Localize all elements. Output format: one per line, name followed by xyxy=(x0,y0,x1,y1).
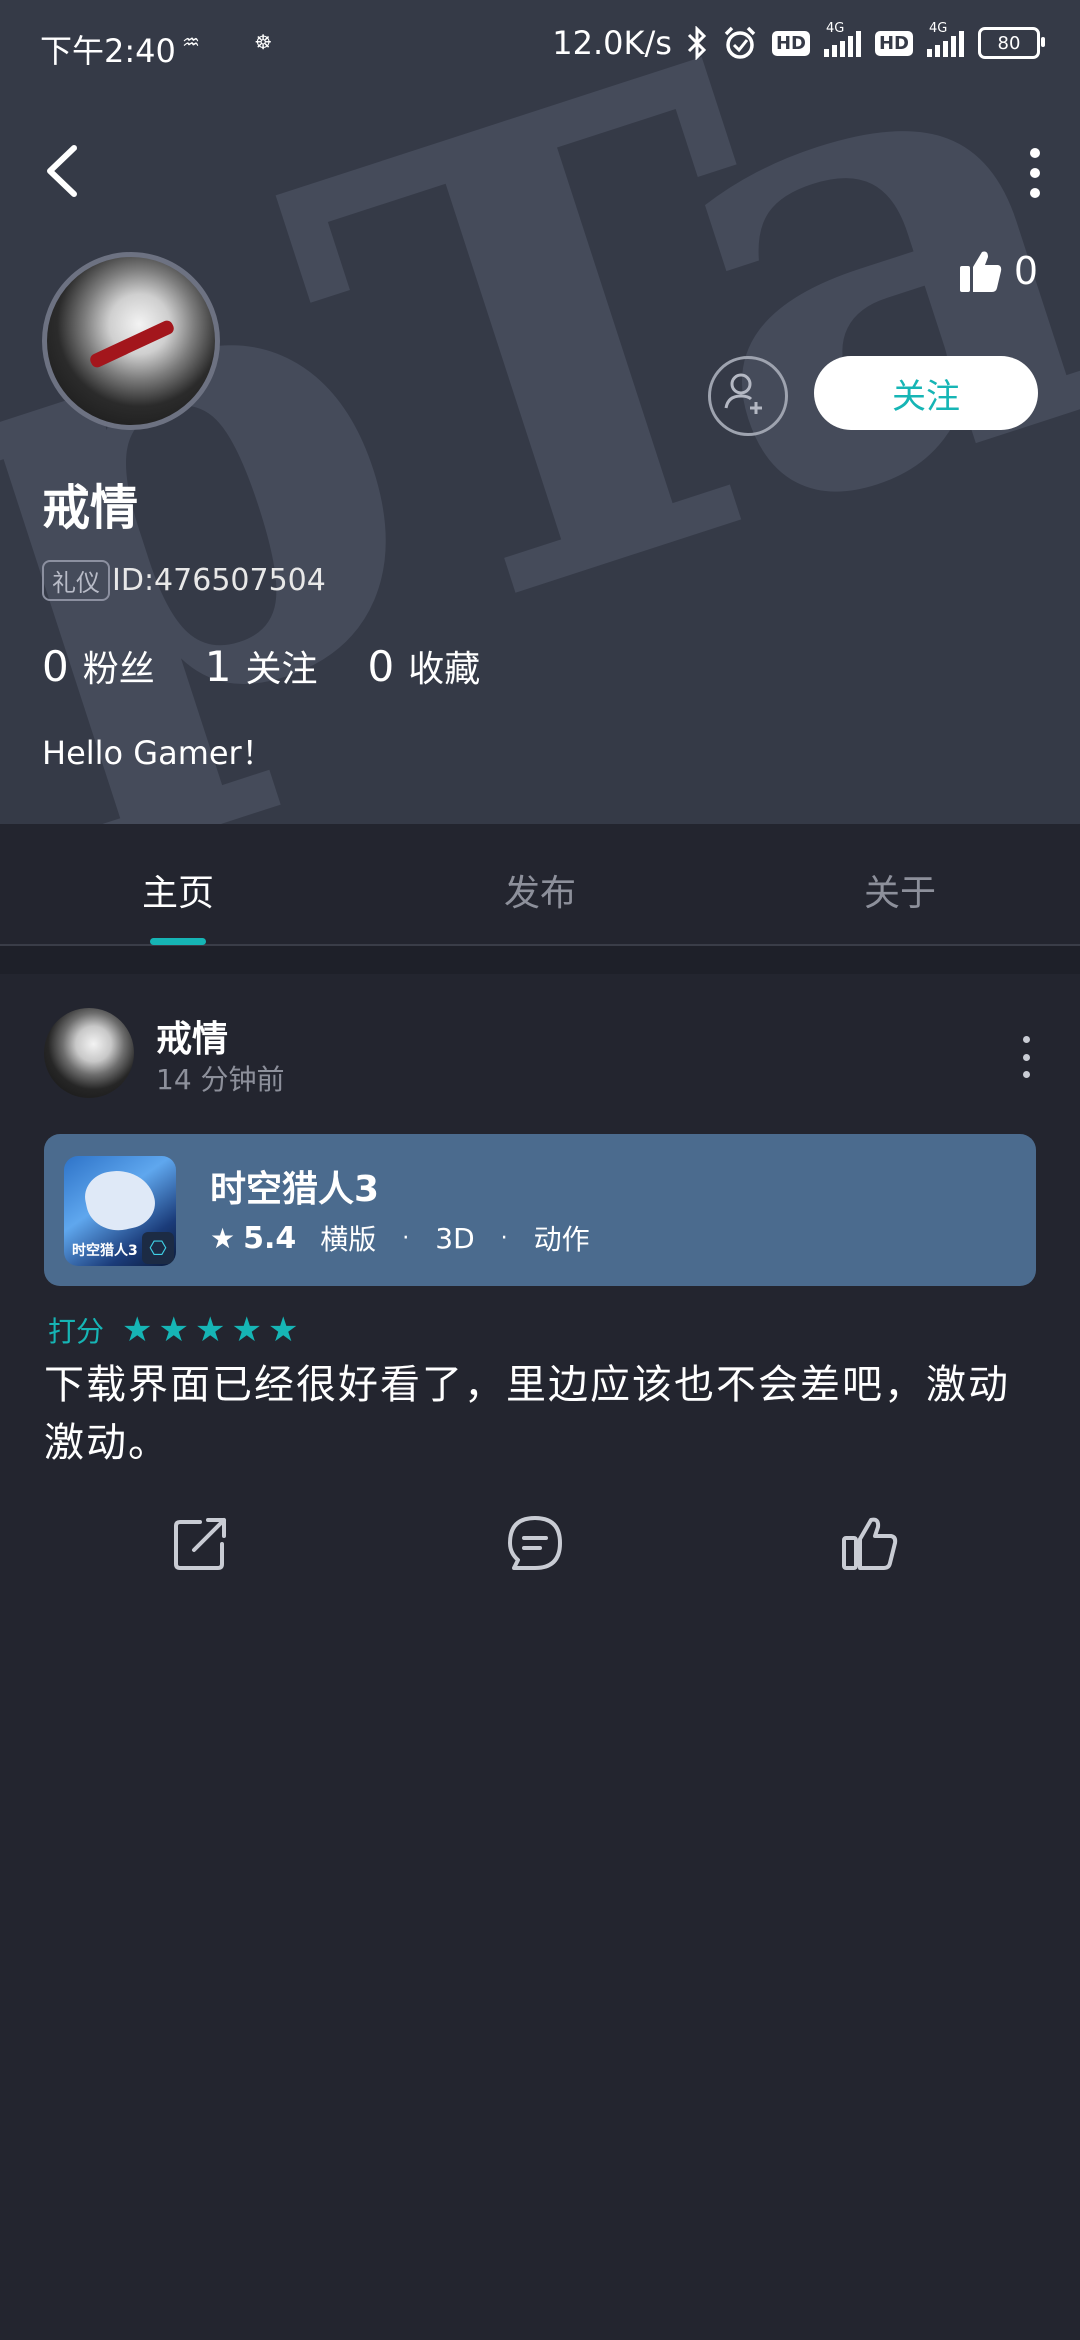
stat-number: 0 xyxy=(42,642,69,691)
share-icon xyxy=(174,1518,226,1570)
game-tag: 横版 xyxy=(320,1223,377,1256)
hd-badge: HD xyxy=(771,30,810,56)
back-button[interactable] xyxy=(38,142,86,200)
comment-button[interactable] xyxy=(504,1512,566,1574)
stat-label: 粉丝 xyxy=(82,649,155,690)
more-options-button[interactable] xyxy=(1020,148,1050,198)
comment-icon xyxy=(508,1516,562,1570)
star-icon: ★ xyxy=(194,1310,226,1350)
game-icon-logo: 时空猎人3 xyxy=(72,1243,138,1259)
stat-number: 1 xyxy=(204,642,232,691)
star-icon: ★ xyxy=(231,1310,262,1350)
back-arrow-icon xyxy=(47,145,77,197)
bilibili-icon: ⎔ xyxy=(142,1232,174,1264)
profile-likes[interactable]: 0 xyxy=(958,248,1038,294)
game-card[interactable]: 时空猎人3 ⎔ 时空猎人3 ★ 5.4 横版 · 3D · 动作 xyxy=(44,1134,1036,1286)
post-timestamp: 14 分钟前 xyxy=(156,1063,285,1096)
game-meta: ★ 5.4 横版 · 3D · 动作 xyxy=(210,1218,590,1258)
stat-fans[interactable]: 0 粉丝 xyxy=(42,640,155,692)
tab-home[interactable]: 主页 xyxy=(78,864,278,916)
game-score: 5.4 xyxy=(243,1220,297,1256)
profile-bio: Hello Gamer！ xyxy=(42,734,274,772)
net-type-label-2: 4G xyxy=(929,21,948,36)
post-author-name[interactable]: 戒情 xyxy=(156,1010,228,1062)
active-tab-indicator xyxy=(150,938,206,945)
tag-separator: · xyxy=(402,1225,410,1251)
follow-button[interactable]: 关注 xyxy=(814,356,1038,430)
profile-avatar[interactable] xyxy=(42,252,220,430)
post-more-button[interactable] xyxy=(1016,1036,1036,1078)
profile-header: pTa 下午2:40 ♒ ☸ 12.0K/s HD 4G HD 4G 80 0 … xyxy=(0,0,1080,824)
add-friend-button[interactable] xyxy=(708,356,788,436)
star-icon: ★ xyxy=(267,1310,299,1350)
stat-number: 0 xyxy=(367,642,395,691)
status-time: 下午2:40 xyxy=(40,32,176,70)
stat-following[interactable]: 1 关注 xyxy=(205,640,318,692)
profile-id: ID:476507504 xyxy=(112,563,326,598)
rating-row: 打分 ★ ★ ★ ★ ★ xyxy=(48,1310,298,1350)
profile-username: 戒情 xyxy=(42,480,139,536)
battery-level: 80 xyxy=(997,32,1021,54)
like-button[interactable] xyxy=(838,1512,900,1574)
section-divider xyxy=(0,946,1080,974)
star-icon: ★ xyxy=(122,1310,153,1350)
more-vertical-icon xyxy=(1030,148,1040,158)
post-actions xyxy=(0,1512,1080,1576)
network-speed: 12.0K/s xyxy=(552,24,672,62)
share-button[interactable] xyxy=(170,1512,232,1574)
tab-posts[interactable]: 发布 xyxy=(440,864,640,916)
rating-stars: ★ ★ ★ ★ ★ xyxy=(122,1310,298,1350)
status-right-group: 12.0K/s HD 4G HD 4G 80 xyxy=(552,21,1045,62)
like-icon xyxy=(842,1517,898,1570)
signal-strength-icon: 4G xyxy=(823,21,861,57)
thumbs-up-icon xyxy=(959,251,1002,292)
game-tag: 3D xyxy=(435,1221,475,1255)
add-user-icon xyxy=(724,373,762,414)
tag-separator: · xyxy=(500,1225,508,1251)
net-type-label: 4G xyxy=(825,21,845,36)
game-tag: 动作 xyxy=(533,1223,590,1256)
etiquette-badge[interactable]: 礼仪 xyxy=(42,560,110,601)
status-bar: 下午2:40 ♒ ☸ 12.0K/s HD 4G HD 4G 80 xyxy=(0,0,1080,90)
game-title: 时空猎人3 xyxy=(210,1169,380,1210)
star-icon: ★ xyxy=(158,1310,189,1350)
stat-favorites[interactable]: 0 收藏 xyxy=(368,640,481,692)
rating-label: 打分 xyxy=(48,1315,105,1348)
battery-icon: 80 xyxy=(978,27,1045,59)
post-author-avatar[interactable] xyxy=(44,1008,134,1098)
star-icon: ★ xyxy=(210,1221,236,1255)
tab-about[interactable]: 关于 xyxy=(800,864,1000,916)
wolf-artwork xyxy=(80,1163,160,1237)
game-icon: 时空猎人3 ⎔ xyxy=(64,1156,176,1266)
likes-count: 0 xyxy=(1013,249,1038,293)
post-text[interactable]: 下载界面已经很好看了，里边应该也不会差吧，激动激动。 xyxy=(44,1356,1034,1472)
stat-label: 收藏 xyxy=(408,649,481,690)
more-vertical-icon xyxy=(1022,1036,1030,1043)
profile-tabs: 主页 发布 关于 xyxy=(0,824,1080,947)
profile-id-row: 礼仪 ID:476507504 xyxy=(42,560,326,601)
stat-label: 关注 xyxy=(245,649,318,690)
notification-icons: ♒ ☸ xyxy=(182,30,297,54)
signal-strength-icon-2: 4G xyxy=(927,21,964,57)
alarm-icon xyxy=(724,26,756,59)
bluetooth-icon xyxy=(687,26,707,60)
hd-badge-2: HD xyxy=(874,30,913,56)
profile-stats: 0 粉丝 1 关注 0 收藏 xyxy=(42,640,480,692)
